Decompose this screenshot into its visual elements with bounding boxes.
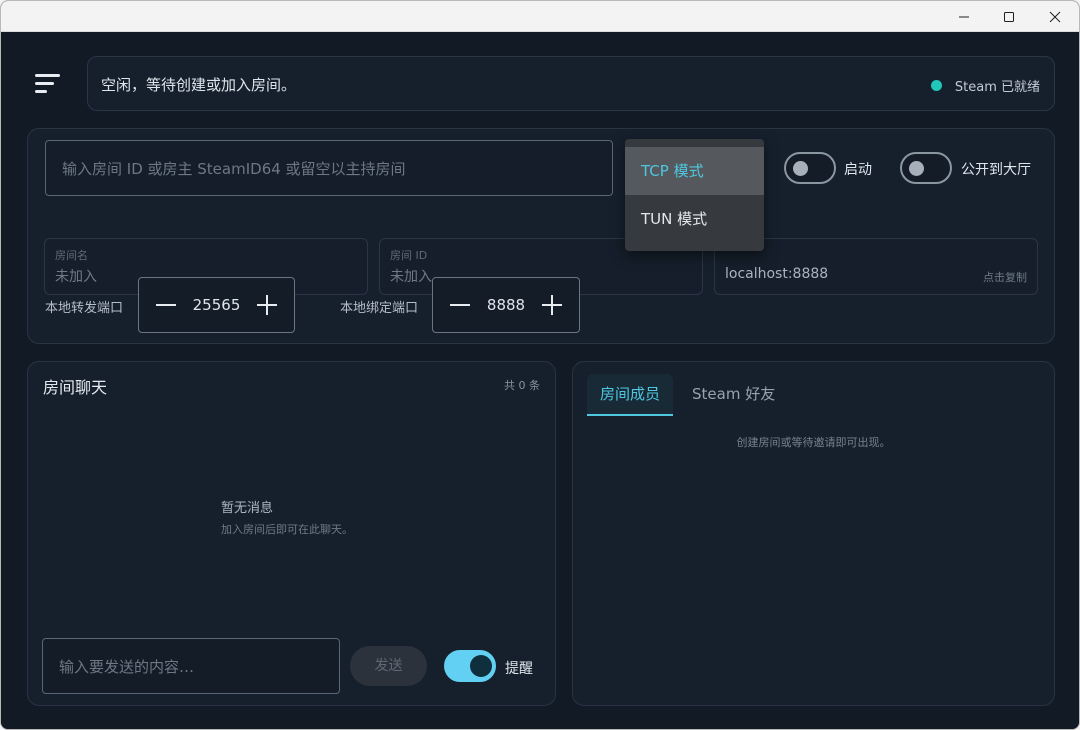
room-id-input[interactable]: 输入房间 ID 或房主 SteamID64 或留空以主持房间 [45,140,613,196]
bind-port-label: 本地绑定端口 [340,301,419,316]
status-text: 空闲，等待创建或加入房间。 [101,76,297,94]
start-label: 启动 [844,162,872,178]
room-id-label: 房间 ID [390,249,428,262]
minimize-icon [959,16,969,17]
address-value: localhost:8888 [725,266,829,282]
steam-status-label: Steam 已就绪 [954,80,1040,95]
start-toggle-knob [793,161,808,176]
room-id-value: 未加入 [390,269,432,285]
mode-option-tun[interactable]: TUN 模式 [625,195,764,243]
steam-status: Steam 已就绪 [930,76,1040,95]
chat-message-count: 共 0 条 [504,379,540,392]
public-toggle[interactable] [900,152,952,184]
remind-toggle-knob [470,655,492,677]
close-button[interactable] [1032,1,1078,32]
public-label: 公开到大厅 [961,162,1031,178]
maximize-button[interactable] [986,1,1032,32]
copy-address-button[interactable]: 点击复制 [983,269,1027,285]
plus-icon-stem [266,295,268,315]
room-name-label: 房间名 [55,249,88,262]
chat-title: 房间聊天 [43,378,108,397]
tab-steam-friends[interactable]: Steam 好友 [679,374,788,416]
tab-room-members[interactable]: 房间成员 [587,374,674,416]
remind-label: 提醒 [505,661,533,677]
room-name-value: 未加入 [55,269,97,285]
forward-port-stepper: 25565 [138,277,295,333]
app-window: 空闲，等待创建或加入房间。 Steam 已就绪 输入房间 ID 或房主 Stea… [0,0,1080,730]
chat-empty-subtitle: 加入房间后即可在此聊天。 [221,523,353,536]
start-toggle[interactable] [784,152,836,184]
title-bar [1,1,1079,32]
plus-icon-stem [551,295,553,315]
mode-dropdown-menu: TCP 模式 TUN 模式 [625,139,764,251]
menu-icon-bar [35,90,47,93]
minimize-button[interactable] [941,1,987,32]
menu-icon [35,74,60,77]
main-content: 空闲，等待创建或加入房间。 Steam 已就绪 输入房间 ID 或房主 Stea… [1,32,1079,729]
members-empty-text: 创建房间或等待邀请即可出现。 [736,436,891,449]
status-bar: 空闲，等待创建或加入房间。 Steam 已就绪 [87,56,1055,111]
chat-empty-title: 暂无消息 [221,501,274,516]
chat-message-input[interactable]: 输入要发送的内容… [42,638,340,694]
maximize-icon [1004,11,1014,22]
steam-status-dot [930,80,942,91]
close-icon [1049,11,1061,22]
chat-panel: 房间聊天 共 0 条 暂无消息 加入房间后即可在此聊天。 输入要发送的内容… 发… [27,361,556,706]
mode-option-tcp[interactable]: TCP 模式 [625,147,764,195]
menu-button[interactable] [31,70,65,96]
public-toggle-knob [909,161,924,176]
send-button[interactable]: 发送 [350,646,427,686]
bind-port-stepper: 8888 [432,277,580,333]
forward-port-label: 本地转发端口 [45,301,124,316]
room-control-card: 输入房间 ID 或房主 SteamID64 或留空以主持房间 启动 公开到大厅 … [27,128,1055,344]
menu-icon-bar [35,82,54,85]
members-panel: 房间成员 Steam 好友 创建房间或等待邀请即可出现。 [572,361,1055,706]
remind-toggle[interactable] [444,650,496,682]
